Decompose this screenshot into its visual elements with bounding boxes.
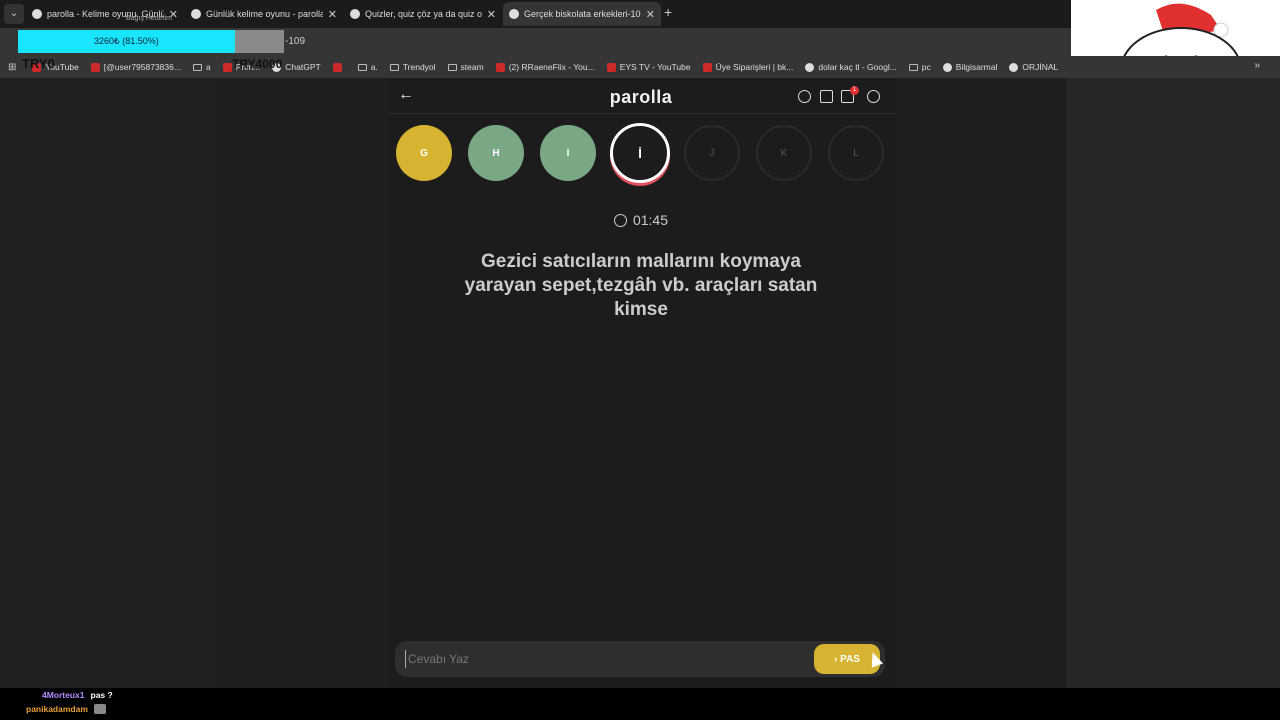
parolla-favicon-icon xyxy=(32,9,42,19)
parolla-game: ← parolla 1 G H I İ J K L 01:45 Gezici s… xyxy=(386,78,896,688)
parolla-favicon-icon xyxy=(509,9,519,19)
donation-goal-fill: 3260₺ (81.50%) xyxy=(18,30,235,53)
bookmark-label: a xyxy=(205,62,211,72)
parolla-favicon-icon xyxy=(191,9,201,19)
tab-parolla[interactable]: parolla - Kelime oyunu. Günlük ✕ xyxy=(26,2,184,26)
folder-icon xyxy=(908,63,918,71)
youtube-icon xyxy=(495,62,505,72)
page-gutter-left xyxy=(212,78,386,688)
tab-quizler[interactable]: Quizler, quiz çöz ya da quiz olu ✕ xyxy=(344,2,502,26)
bookmark-item[interactable] xyxy=(332,62,346,72)
bookmark-item[interactable]: dolar kaç tl - Googl... xyxy=(805,62,897,72)
youtube-icon xyxy=(606,62,616,72)
letter-circle-k: K xyxy=(756,125,812,181)
google-icon xyxy=(805,62,815,72)
goal-max-label: TRY4000 xyxy=(232,57,283,71)
new-tab-button[interactable]: + xyxy=(664,4,672,20)
bookmark-item[interactable]: pc xyxy=(908,62,931,72)
bookmark-label: ORJİNAL xyxy=(1022,62,1059,72)
stream-chat: 4Morteux1 pas ? panikadamdam xyxy=(0,688,1280,720)
letter-circle-l: L xyxy=(828,125,884,181)
folder-icon xyxy=(389,63,399,71)
bookmark-label: EYS TV - YouTube xyxy=(619,62,691,72)
notification-badge: 1 xyxy=(850,86,859,95)
site-icon xyxy=(1009,62,1019,72)
folder-icon xyxy=(447,63,457,71)
bookmarks-overflow-icon[interactable]: » xyxy=(1254,60,1260,71)
letter-circle-g: G xyxy=(396,125,452,181)
folder-icon xyxy=(357,63,367,71)
tab-title: Gerçek biskolata erkekleri-109 / xyxy=(524,9,641,19)
emote-icon xyxy=(93,704,106,714)
bookmark-item[interactable]: Bilgisarmal xyxy=(942,62,998,72)
tab-title: Günlük kelime oyunu - parolla xyxy=(206,9,323,19)
quiz-favicon-icon xyxy=(350,9,360,19)
bookmark-label: Üye Siparişleri | bk... xyxy=(715,62,794,72)
chat-text: pas ? xyxy=(90,690,113,700)
bookmark-label: dolar kaç tl - Googl... xyxy=(818,62,897,72)
bookmark-label: pc xyxy=(921,62,931,72)
bookmark-label: Trendyol xyxy=(402,62,436,72)
bookmark-item[interactable]: ORJİNAL xyxy=(1009,62,1058,72)
apps-grid-icon[interactable]: ⊞ xyxy=(8,62,16,73)
bookmark-label: (2) RRaeneFlix - You... xyxy=(508,62,595,72)
game-header: ← parolla 1 xyxy=(386,78,896,114)
bookmark-item[interactable]: (2) RRaeneFlix - You... xyxy=(495,62,595,72)
letter-circle-current: İ xyxy=(610,123,670,183)
bookmark-item[interactable]: Trendyol xyxy=(389,62,436,72)
close-icon[interactable]: ✕ xyxy=(328,8,337,21)
goal-overlay-caption: Bağış Hedefim xyxy=(126,15,172,22)
answer-bar: › PAS xyxy=(395,641,885,677)
info-icon[interactable] xyxy=(798,90,811,103)
tab-gunluk[interactable]: Günlük kelime oyunu - parolla ✕ xyxy=(185,2,343,26)
page-gutter-right xyxy=(896,78,1066,688)
chevron-right-icon: › xyxy=(834,653,838,665)
p-icon xyxy=(222,62,232,72)
clock-icon xyxy=(613,214,627,227)
profile-icon[interactable] xyxy=(867,90,880,103)
goal-min-label: TRY0 xyxy=(22,56,55,71)
letter-circle-i: I xyxy=(540,125,596,181)
bookmark-item[interactable]: [@user795873836... xyxy=(90,62,181,72)
bookmark-item[interactable]: Üye Siparişleri | bk... xyxy=(702,62,794,72)
chat-message: 4Morteux1 pas ? xyxy=(42,690,113,700)
bookmark-item[interactable]: EYS TV - YouTube xyxy=(606,62,691,72)
chat-username: panikadamdam xyxy=(26,704,88,714)
letter-circle-h: H xyxy=(468,125,524,181)
timer: 01:45 xyxy=(386,212,896,228)
address-text: -109 xyxy=(285,36,306,47)
bookmark-item[interactable]: a xyxy=(192,62,211,72)
donation-goal-bar: 3260₺ (81.50%) xyxy=(18,30,284,53)
question-text: Gezici satıcıların mallarını koymaya yar… xyxy=(464,251,818,320)
rocket-icon xyxy=(332,62,342,72)
tab-gercek-biskolata[interactable]: Gerçek biskolata erkekleri-109 / ✕ xyxy=(503,2,661,26)
folder-icon xyxy=(192,63,202,71)
letter-circle-j: J xyxy=(684,125,740,181)
stats-icon[interactable] xyxy=(820,90,833,103)
tab-title: Quizler, quiz çöz ya da quiz olu xyxy=(365,9,482,19)
timer-value: 01:45 xyxy=(632,212,669,228)
close-icon[interactable]: ✕ xyxy=(487,8,496,21)
bookmark-item[interactable]: a. xyxy=(357,62,378,72)
chat-username: 4Morteux1 xyxy=(42,690,85,700)
bookmarks-bar: ⊞ YouTube [@user795873836... a Prim... ChatGP… xyxy=(0,56,1280,78)
bookmark-label: [@user795873836... xyxy=(103,62,181,72)
bookmark-label: Bilgisarmal xyxy=(955,62,998,72)
site-icon xyxy=(942,62,952,72)
tiktok-icon xyxy=(90,62,100,72)
close-icon[interactable]: ✕ xyxy=(646,8,655,21)
tab-search-button[interactable]: ⌄ xyxy=(4,4,24,24)
bookmark-label: ChatGPT xyxy=(285,62,321,72)
bookmark-label: steam xyxy=(460,62,484,72)
answer-input[interactable] xyxy=(405,650,785,668)
right-panel xyxy=(1066,78,1280,688)
bookmark-item[interactable]: steam xyxy=(447,62,484,72)
bookmark-label: a. xyxy=(370,62,378,72)
bookmark-icon xyxy=(702,62,712,72)
chat-message: panikadamdam xyxy=(26,704,106,714)
pass-label: PAS xyxy=(840,653,860,665)
